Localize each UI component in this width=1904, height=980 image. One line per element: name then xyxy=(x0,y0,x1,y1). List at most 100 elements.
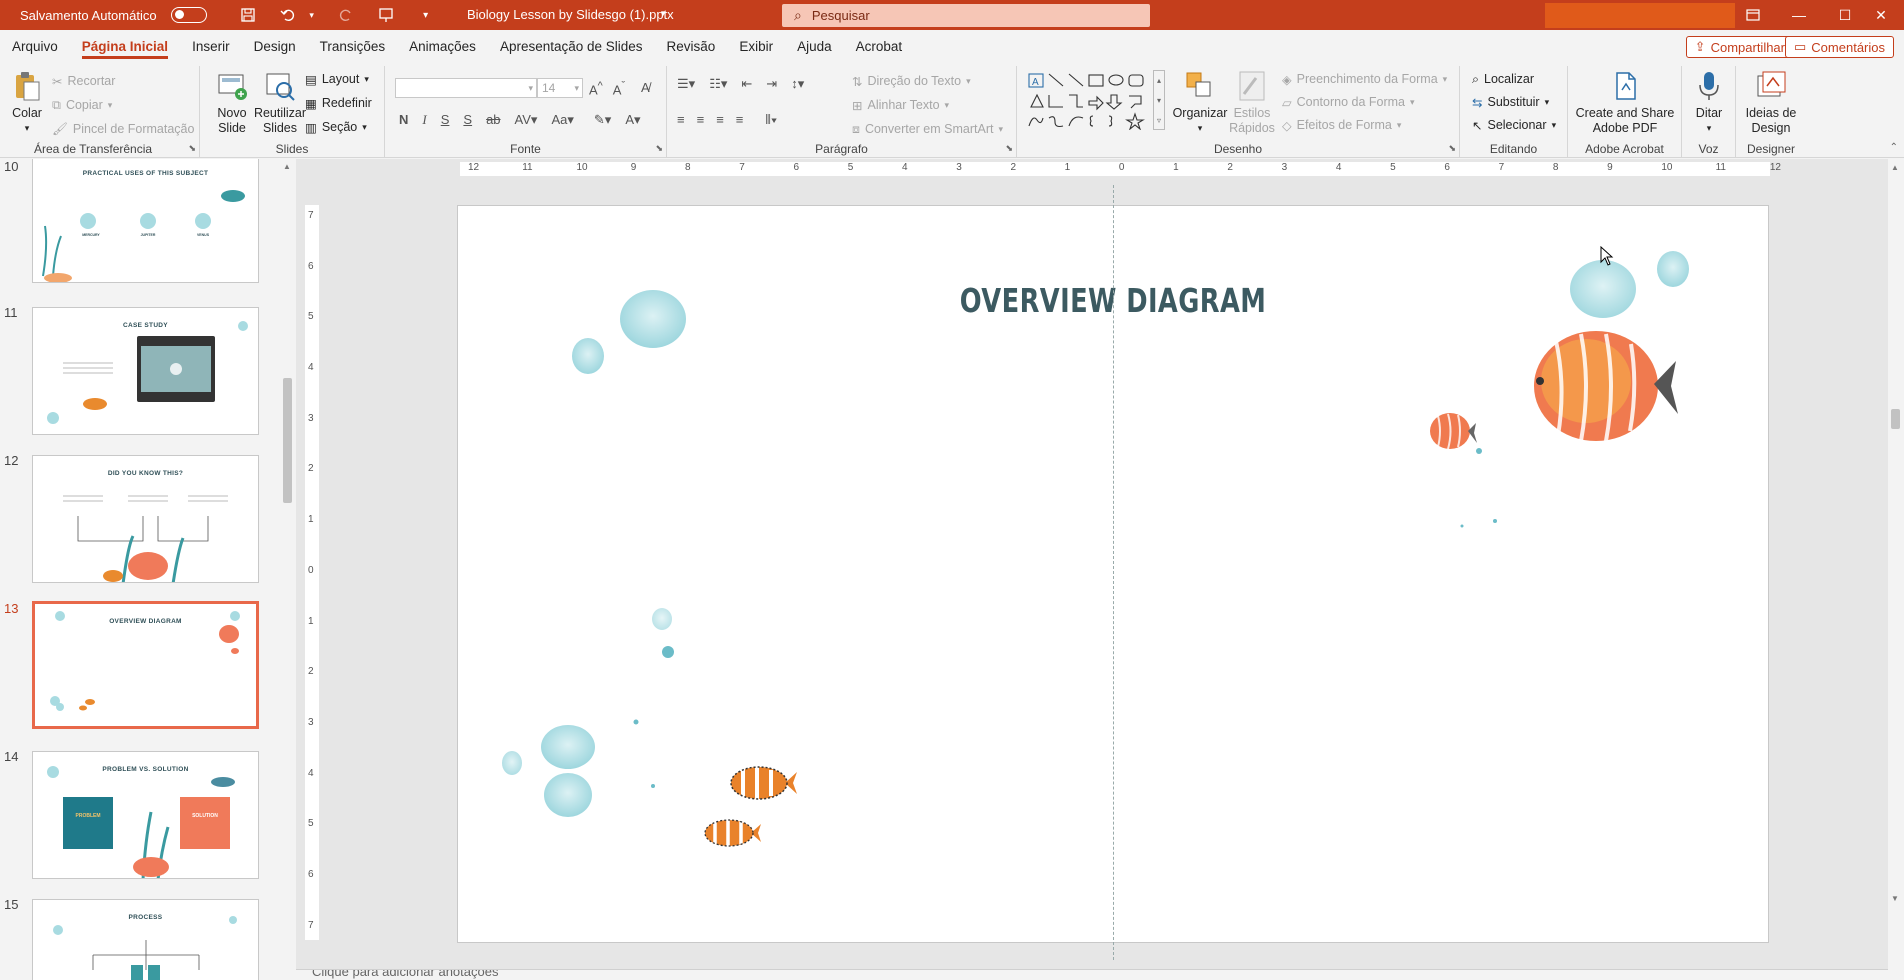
shapes-gallery-scroll[interactable]: ▴ ▾ ▿ xyxy=(1153,70,1165,130)
align-center-icon[interactable]: ≡ xyxy=(697,112,705,128)
section-button[interactable]: ▥ Seção ▾ xyxy=(305,117,367,137)
layout-button[interactable]: ▤ Layout ▾ xyxy=(305,69,369,89)
cut-button[interactable]: ✂ Recortar xyxy=(52,71,115,91)
increase-indent-icon[interactable]: ⇥ xyxy=(766,76,777,92)
shape-outline-button[interactable]: ▱ Contorno da Forma ▾ xyxy=(1282,92,1415,112)
font-size-combo[interactable]: 14 ▾ xyxy=(537,78,583,98)
comments-button[interactable]: ▭ Comentários xyxy=(1785,36,1894,58)
create-share-pdf-button[interactable]: Create and Share Adobe PDF xyxy=(1574,70,1676,136)
autosave-toggle[interactable] xyxy=(170,7,207,23)
copy-button[interactable]: ⧉ Copiar ▾ xyxy=(52,95,112,115)
tab-revisao[interactable]: Revisão xyxy=(655,30,728,62)
clear-format-icon[interactable]: A̸ xyxy=(641,80,650,97)
share-button[interactable]: ⇪ Compartilhar xyxy=(1685,36,1794,58)
font-size-buttons: A^ Aˇ A̸ xyxy=(589,80,650,97)
slide-thumbnail-10[interactable]: PRACTICAL USES OF THIS SUBJECT MERCURY J… xyxy=(32,159,259,283)
present-from-start-icon[interactable] xyxy=(375,4,397,26)
tab-animacoes[interactable]: Animações xyxy=(397,30,488,62)
arrange-button[interactable]: Organizar ▾ xyxy=(1173,70,1227,136)
scroll-up-icon[interactable]: ▲ xyxy=(281,162,293,174)
document-title[interactable]: Biology Lesson by Slidesgo (1).pptx xyxy=(467,7,674,22)
slide-thumbnail-15[interactable]: PROCESS xyxy=(32,899,259,980)
smartart-button[interactable]: ⧈ Converter em SmartArt ▾ xyxy=(852,119,1003,139)
undo-dropdown-icon[interactable]: ▾ xyxy=(307,4,317,26)
font-launcher-icon[interactable]: ⬊ xyxy=(655,143,663,154)
ribbon-display-options-icon[interactable] xyxy=(1730,0,1776,30)
new-slide-button[interactable]: Novo Slide xyxy=(210,70,254,136)
clipboard-launcher-icon[interactable]: ⬊ xyxy=(188,143,196,154)
text-direction-button[interactable]: ⇅ Direção do Texto ▾ xyxy=(852,71,971,91)
strikethrough-icon[interactable]: ab xyxy=(486,112,500,128)
shape-fill-button[interactable]: ◈ Preenchimento da Forma ▾ xyxy=(1282,69,1447,89)
new-slide-icon xyxy=(218,74,247,100)
drawing-launcher-icon[interactable]: ⬊ xyxy=(1448,143,1456,154)
undo-icon[interactable] xyxy=(277,4,299,26)
font-color-icon[interactable]: A▾ xyxy=(625,112,640,128)
shapes-gallery[interactable]: A xyxy=(1025,70,1153,130)
design-ideas-button[interactable]: Ideias de Design xyxy=(1742,70,1800,136)
decrease-indent-icon[interactable]: ⇤ xyxy=(741,76,752,92)
notes-pane[interactable]: Clique para adicionar anotações xyxy=(296,969,1888,980)
editor-scroll-down-icon[interactable]: ▼ xyxy=(1891,894,1899,903)
tab-apresentacao[interactable]: Apresentação de Slides xyxy=(488,30,655,62)
shrink-font-icon[interactable]: Aˇ xyxy=(613,80,625,97)
account-area[interactable] xyxy=(1545,3,1735,28)
font-name-combo[interactable]: ▾ xyxy=(395,78,537,98)
grow-font-icon[interactable]: A^ xyxy=(589,80,603,97)
editor-scrollbar[interactable]: ▲ ▼ xyxy=(1888,159,1904,980)
quick-styles-button[interactable]: Estilos Rápidos xyxy=(1227,70,1277,136)
align-left-icon[interactable]: ≡ xyxy=(677,112,685,128)
align-text-button[interactable]: ⊞ Alinhar Texto ▾ xyxy=(852,95,949,115)
close-icon[interactable]: ✕ xyxy=(1858,0,1904,30)
reset-button[interactable]: ▦ Redefinir xyxy=(305,93,372,113)
highlight-icon[interactable]: ✎▾ xyxy=(594,112,611,128)
line-spacing-icon[interactable]: ↕▾ xyxy=(791,76,804,92)
tab-pagina-inicial[interactable]: Página Inicial xyxy=(70,30,180,62)
columns-icon[interactable]: ⫴▾ xyxy=(765,112,777,128)
save-icon[interactable] xyxy=(237,4,259,26)
smartart-icon: ⧈ xyxy=(852,121,860,136)
customize-qat-icon[interactable]: ▾ xyxy=(415,4,437,26)
tab-inserir[interactable]: Inserir xyxy=(180,30,242,62)
search-box[interactable]: ⌕ Pesquisar xyxy=(782,4,1150,27)
doc-title-chevron-icon[interactable]: ▾ xyxy=(661,8,666,19)
tab-arquivo[interactable]: Arquivo xyxy=(0,30,70,62)
change-case-icon[interactable]: Aa▾ xyxy=(551,112,573,128)
tab-acrobat[interactable]: Acrobat xyxy=(844,30,915,62)
dictate-button[interactable]: Ditar ▾ xyxy=(1690,70,1728,136)
ruler-tick: 12 xyxy=(468,162,480,173)
bullets-icon[interactable]: ☰▾ xyxy=(677,76,695,92)
justify-icon[interactable]: ≡ xyxy=(736,112,744,128)
underline-icon[interactable]: S xyxy=(441,112,450,128)
paste-button[interactable]: Colar ▾ xyxy=(8,70,46,136)
reuse-slides-button[interactable]: Reutilizar Slides xyxy=(252,70,308,136)
paragraph-launcher-icon[interactable]: ⬊ xyxy=(1005,143,1013,154)
align-right-icon[interactable]: ≡ xyxy=(716,112,724,128)
thumbnails-scrollbar[interactable] xyxy=(280,159,294,980)
select-button[interactable]: ↖ Selecionar ▾ xyxy=(1472,115,1556,135)
editor-scroll-up-icon[interactable]: ▲ xyxy=(1891,163,1899,172)
format-painter-button[interactable]: 🖌 Pincel de Formatação xyxy=(52,119,194,139)
collapse-ribbon-icon[interactable]: ⌃ xyxy=(1890,142,1898,153)
slide-thumbnail-14[interactable]: PROBLEM VS. SOLUTION PROBLEM SOLUTION xyxy=(32,751,259,879)
numbering-icon[interactable]: ☷▾ xyxy=(709,76,727,92)
tab-transicoes[interactable]: Transições xyxy=(308,30,398,62)
shape-effects-button[interactable]: ◇ Efeitos de Forma ▾ xyxy=(1282,115,1401,135)
thumbnails-scroll-thumb[interactable] xyxy=(283,378,292,503)
bold-icon[interactable]: N xyxy=(399,112,408,128)
minimize-icon[interactable]: — xyxy=(1776,0,1822,30)
shadow-icon[interactable]: S xyxy=(463,112,472,128)
slide-thumbnail-12[interactable]: DID YOU KNOW THIS? xyxy=(32,455,259,583)
italic-icon[interactable]: I xyxy=(422,112,426,128)
find-button[interactable]: ⌕ Localizar xyxy=(1472,69,1534,89)
editor-scroll-thumb[interactable] xyxy=(1891,409,1900,429)
char-spacing-icon[interactable]: AV▾ xyxy=(515,112,538,128)
tab-design[interactable]: Design xyxy=(242,30,308,62)
tab-exibir[interactable]: Exibir xyxy=(727,30,785,62)
slide-thumbnail-13[interactable]: OVERVIEW DIAGRAM xyxy=(32,601,259,729)
tab-ajuda[interactable]: Ajuda xyxy=(785,30,844,62)
editing-group-label: Editando xyxy=(1489,142,1538,156)
replace-button[interactable]: ⇆ Substituir ▾ xyxy=(1472,92,1549,112)
slide-thumbnail-11[interactable]: CASE STUDY xyxy=(32,307,259,435)
redo-icon[interactable] xyxy=(335,4,357,26)
